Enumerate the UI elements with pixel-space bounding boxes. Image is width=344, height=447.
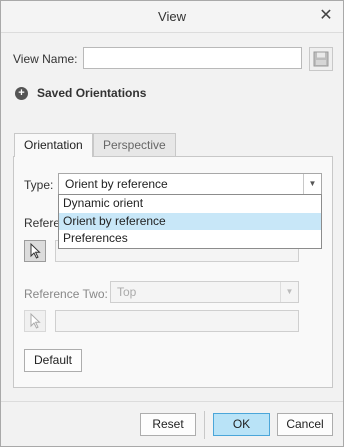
option-preferences[interactable]: Preferences	[59, 230, 321, 248]
footer-separator	[204, 411, 205, 439]
tab-perspective[interactable]: Perspective	[93, 133, 176, 156]
view-dialog: View ✕ View Name: + Saved Orientations O…	[0, 0, 344, 447]
type-select[interactable]: Orient by reference ▼	[58, 173, 322, 195]
footer-divider	[1, 401, 343, 402]
reference-two-field	[55, 310, 299, 332]
saved-orientations-label: Saved Orientations	[37, 86, 147, 100]
pointer-icon	[30, 312, 41, 329]
option-orient-by-reference[interactable]: Orient by reference	[59, 212, 321, 230]
dialog-title: View	[158, 9, 186, 24]
type-dropdown-list: Dynamic orient Orient by reference Prefe…	[58, 194, 322, 249]
title-bar: View ✕	[1, 1, 343, 33]
reference-two-value: Top	[117, 285, 137, 299]
reference-two-label: Reference Two:	[24, 287, 108, 301]
reference-two-select: Top ▼	[110, 281, 299, 303]
default-button[interactable]: Default	[24, 349, 82, 372]
reset-button[interactable]: Reset	[140, 413, 196, 436]
close-icon[interactable]: ✕	[317, 7, 335, 25]
plus-icon: +	[15, 87, 28, 100]
tab-orientation[interactable]: Orientation	[14, 133, 93, 157]
view-name-input[interactable]	[83, 47, 302, 69]
option-dynamic-orient[interactable]: Dynamic orient	[59, 195, 321, 213]
chevron-down-icon: ▼	[280, 282, 298, 302]
type-select-value: Orient by reference	[65, 177, 168, 191]
reference-one-label: Refere	[24, 216, 61, 230]
save-icon	[313, 51, 329, 67]
cancel-button[interactable]: Cancel	[277, 413, 333, 436]
reference-two-pick-button	[24, 310, 46, 332]
chevron-down-icon[interactable]: ▼	[303, 174, 321, 194]
view-name-label: View Name:	[13, 52, 78, 66]
ok-button[interactable]: OK	[213, 413, 270, 436]
type-label: Type:	[24, 178, 54, 192]
save-view-button[interactable]	[309, 47, 333, 71]
reference-one-pick-button[interactable]	[24, 240, 46, 262]
pointer-icon	[30, 242, 41, 259]
